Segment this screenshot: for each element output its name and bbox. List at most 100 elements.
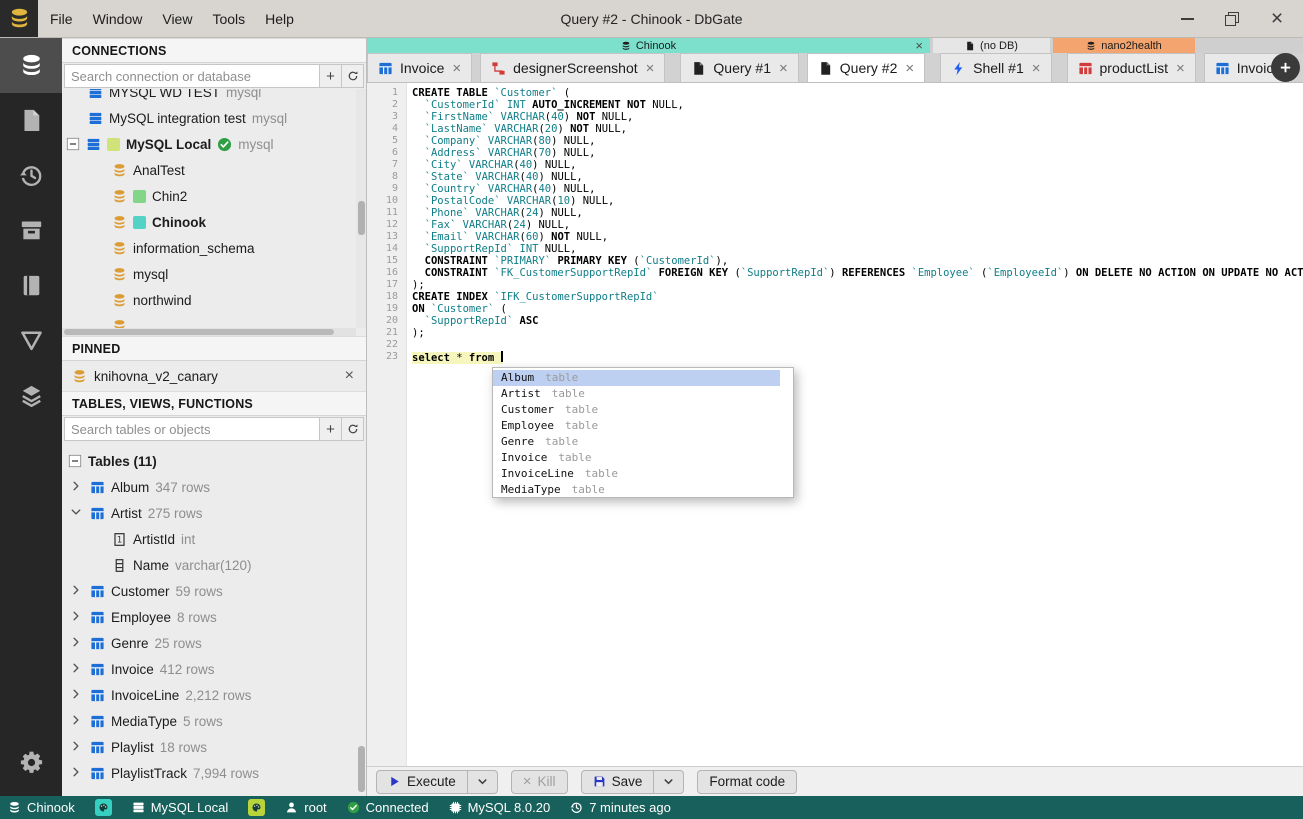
tab-group-nano2health[interactable]: nano2health [1053, 38, 1195, 53]
connections-scrollbar-thumb[interactable] [358, 201, 365, 235]
table-row[interactable]: MediaType 5 rows [62, 708, 366, 734]
database-item[interactable]: Chinook [62, 209, 356, 235]
collapse-toggle[interactable] [68, 454, 82, 468]
close-icon: × [522, 773, 532, 790]
rail-item-funnel[interactable] [0, 313, 62, 368]
autocomplete-item[interactable]: Artist table [493, 386, 793, 402]
rail-item-database[interactable] [0, 38, 62, 93]
autocomplete-item[interactable]: InvoiceLine table [493, 466, 793, 482]
close-tab-button[interactable]: × [1176, 61, 1185, 76]
menu-file[interactable]: File [50, 11, 73, 27]
chevron-right-icon[interactable] [70, 766, 84, 781]
objects-search-input[interactable] [64, 417, 320, 441]
minimize-button[interactable] [1179, 11, 1195, 27]
connections-hscrollbar-track[interactable] [62, 328, 356, 336]
table-row[interactable]: Genre 25 rows [62, 630, 366, 656]
execute-options-button[interactable] [467, 769, 498, 794]
database-item[interactable]: information_schema [62, 235, 356, 261]
chevron-right-icon[interactable] [70, 740, 84, 755]
add-connection-button[interactable]: + [320, 64, 342, 88]
execute-button[interactable]: Execute [376, 769, 468, 794]
tab-productlist[interactable]: productList × [1066, 53, 1196, 82]
autocomplete-item[interactable]: Customer table [493, 402, 793, 418]
rail-item-layers[interactable] [0, 368, 62, 423]
menu-help[interactable]: Help [265, 11, 294, 27]
connections-search-input[interactable] [64, 64, 320, 88]
chevron-right-icon[interactable] [70, 714, 84, 729]
tables-root-row[interactable]: Tables (11) [62, 448, 366, 474]
add-object-button[interactable]: + [320, 417, 342, 441]
save-button[interactable]: Save [580, 769, 655, 794]
connection-item[interactable]: MySQL integration test mysql [62, 105, 356, 131]
tab-designerscreenshot[interactable]: designerScreenshot × [480, 53, 666, 82]
restore-button[interactable] [1224, 11, 1240, 27]
close-tab-button[interactable]: × [779, 61, 788, 76]
tab-group-chinook[interactable]: Chinook × [367, 38, 930, 53]
tab-query-2[interactable]: Query #2 × [806, 53, 926, 82]
autocomplete-item[interactable]: Genre table [493, 434, 793, 450]
chevron-right-icon[interactable] [70, 636, 84, 651]
database-item[interactable]: northwind [62, 287, 356, 313]
rail-item-book[interactable] [0, 258, 62, 313]
menu-view[interactable]: View [162, 11, 192, 27]
tab-shell-1[interactable]: Shell #1 × [940, 53, 1052, 82]
server-color-swatch [248, 799, 266, 816]
sql-editor[interactable]: 1 CREATE TABLE `Customer` (2 `CustomerId`… [367, 83, 1303, 766]
refresh-objects-button[interactable] [342, 417, 364, 441]
chevron-right-icon[interactable] [70, 662, 84, 677]
chevron-right-icon[interactable] [70, 584, 84, 599]
save-options-button[interactable] [654, 769, 685, 794]
table-row[interactable]: Artist 275 rows [62, 500, 366, 526]
autocomplete-item[interactable]: Employee table [493, 418, 793, 434]
tab-query-1[interactable]: Query #1 × [680, 53, 799, 82]
table-row[interactable]: Playlist 18 rows [62, 734, 366, 760]
pinned-item-name: knihovna_v2_canary [94, 368, 218, 384]
chevron-right-icon[interactable] [70, 688, 84, 703]
kill-button[interactable]: × Kill [510, 769, 568, 794]
format-code-button[interactable]: Format code [697, 769, 798, 794]
connection-item[interactable]: MySQL Local mysql [62, 131, 356, 157]
column-row[interactable]: Name varchar(120) [62, 552, 366, 578]
tab-group-no-db[interactable]: (no DB) [933, 38, 1050, 53]
close-tab-button[interactable]: × [905, 61, 914, 76]
column-row[interactable]: 1 ArtistId int [62, 526, 366, 552]
menu-tools[interactable]: Tools [212, 11, 245, 27]
table-row[interactable]: PlaylistTrack 7,994 rows [62, 760, 366, 786]
chevron-right-icon[interactable] [70, 610, 84, 625]
database-item[interactable]: Chin2 [62, 183, 356, 209]
table-row[interactable]: InvoiceLine 2,212 rows [62, 682, 366, 708]
chevron-right-icon[interactable] [70, 480, 84, 495]
autocomplete-item[interactable]: Album table [493, 370, 780, 386]
code-line: 1 CREATE TABLE `Customer` ( [367, 87, 1303, 99]
rail-item-file[interactable] [0, 93, 62, 148]
pinned-item[interactable]: knihovna_v2_canary × [62, 361, 366, 391]
close-tab-button[interactable]: × [646, 61, 655, 76]
connection-item[interactable]: MYSQL WD TEST mysql [62, 89, 356, 105]
tab-invoice[interactable]: Invoice × [367, 53, 473, 82]
table-row[interactable]: Invoice 412 rows [62, 656, 366, 682]
chevron-down-icon[interactable] [70, 506, 84, 521]
refresh-connections-button[interactable] [342, 64, 364, 88]
close-tab-button[interactable]: × [1032, 61, 1041, 76]
line-number: 11 [385, 207, 398, 218]
rail-item-history[interactable] [0, 148, 62, 203]
close-button[interactable]: × [1269, 8, 1285, 29]
collapse-toggle[interactable] [66, 137, 80, 151]
database-item[interactable]: AnalTest [62, 157, 356, 183]
connections-scrollbar-track[interactable] [356, 89, 366, 328]
autocomplete-item[interactable]: MediaType table [493, 482, 793, 498]
connections-hscrollbar-thumb[interactable] [64, 329, 334, 335]
database-item[interactable]: mysql [62, 261, 356, 287]
unpin-button[interactable]: × [345, 368, 354, 384]
table-row[interactable]: Album 347 rows [62, 474, 366, 500]
table-row[interactable]: Customer 59 rows [62, 578, 366, 604]
autocomplete-item[interactable]: Invoice table [493, 450, 793, 466]
close-tab-group-button[interactable]: × [915, 38, 923, 53]
table-row[interactable]: Employee 8 rows [62, 604, 366, 630]
close-tab-button[interactable]: × [452, 61, 461, 76]
new-tab-button[interactable] [1271, 53, 1300, 82]
rail-item-archive[interactable] [0, 203, 62, 258]
rail-item-gear[interactable] [0, 735, 62, 790]
objects-scrollbar-thumb[interactable] [358, 746, 365, 792]
menu-window[interactable]: Window [93, 11, 143, 27]
